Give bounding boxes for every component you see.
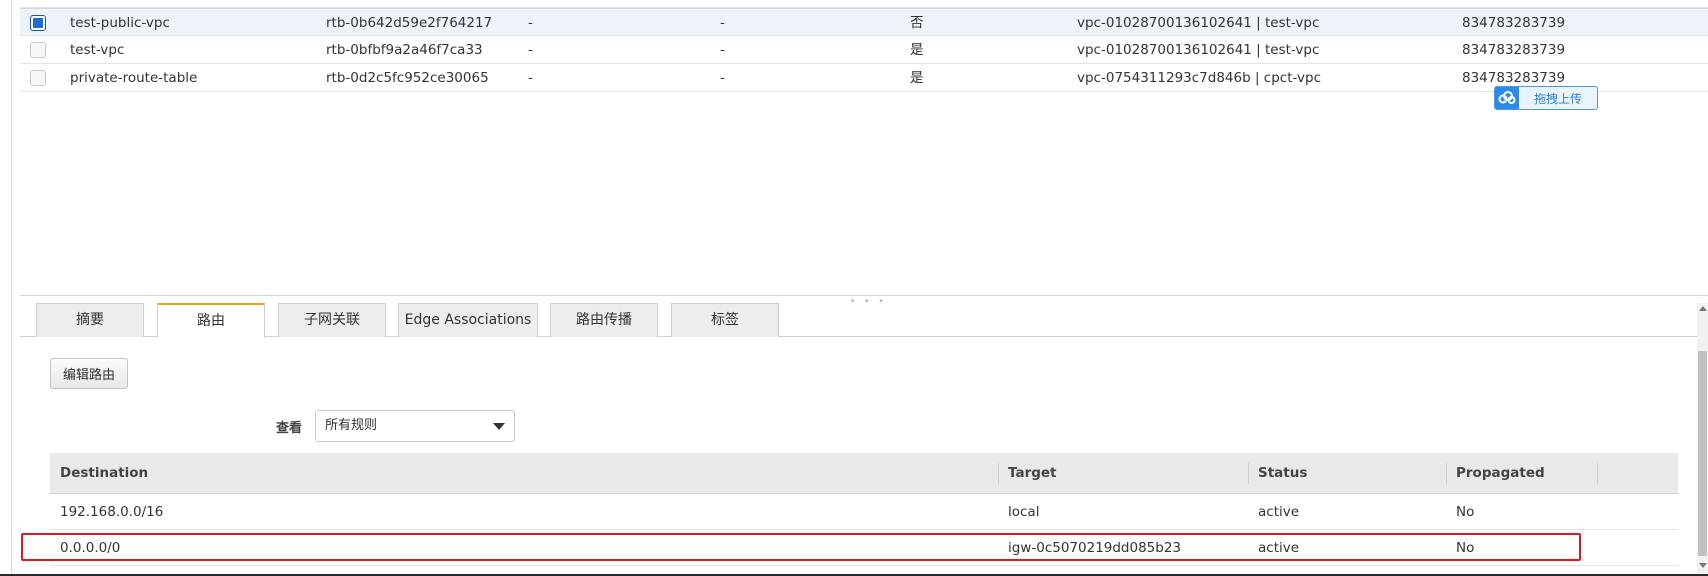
view-filter-label: 查看 bbox=[276, 421, 303, 436]
route-table-col4: - bbox=[720, 70, 725, 86]
route-target-link[interactable]: igw-0c5070219dd085b23 bbox=[1008, 530, 1181, 566]
route-row: 0.0.0.0/0 igw-0c5070219dd085b23 active N… bbox=[50, 530, 1678, 566]
route-status: active bbox=[1258, 504, 1300, 520]
route-table-vpc-link[interactable]: vpc-0754311293c7d846b | cpct-vpc bbox=[1077, 64, 1321, 92]
chevron-down-icon bbox=[493, 423, 505, 430]
route-destination: 192.168.0.0/16 bbox=[60, 504, 164, 520]
scroll-up-icon[interactable] bbox=[1699, 306, 1707, 311]
tab-summary[interactable]: 摘要 bbox=[36, 303, 144, 337]
detail-tabs: 摘要 路由 子网关联 Edge Associations 路由传播 标签 bbox=[20, 303, 1708, 338]
route-propagated: No bbox=[1456, 540, 1475, 556]
route-table-id: rtb-0b642d59e2f764217 bbox=[326, 15, 493, 31]
routes-table: Destination Target Status Propagated 192… bbox=[50, 453, 1678, 566]
route-table-name: test-public-vpc bbox=[70, 15, 170, 31]
header-status[interactable]: Status bbox=[1258, 453, 1307, 494]
row-checkbox[interactable] bbox=[30, 42, 46, 58]
route-propagated: No bbox=[1456, 504, 1475, 520]
route-table-owner: 834783283739 bbox=[1462, 42, 1566, 58]
column-divider bbox=[1597, 463, 1598, 484]
cloud-upload-icon bbox=[1495, 87, 1519, 109]
route-status: active bbox=[1258, 540, 1300, 556]
route-destination: 0.0.0.0/0 bbox=[60, 540, 121, 556]
route-target: local bbox=[1008, 504, 1040, 520]
route-table-col3: - bbox=[528, 15, 533, 31]
header-destination[interactable]: Destination bbox=[60, 453, 148, 494]
view-filter-select[interactable]: 所有规则 bbox=[315, 410, 515, 442]
column-divider bbox=[998, 463, 999, 484]
route-table-row[interactable]: private-route-table rtb-0d2c5fc952ce3006… bbox=[20, 64, 1708, 92]
scroll-down-icon[interactable] bbox=[1699, 563, 1707, 568]
route-table-vpc-link[interactable]: vpc-01028700136102641 | test-vpc bbox=[1077, 9, 1319, 37]
detail-scrollbar[interactable] bbox=[1697, 303, 1708, 573]
tab-tags[interactable]: 标签 bbox=[671, 303, 779, 337]
route-tables-list: test-public-vpc rtb-0b642d59e2f764217 - … bbox=[20, 0, 1708, 92]
drag-upload-badge[interactable]: 拖拽上传 bbox=[1494, 86, 1598, 110]
drag-upload-label: 拖拽上传 bbox=[1533, 91, 1582, 106]
route-table-name: test-vpc bbox=[70, 42, 125, 58]
route-table-main-flag: 是 bbox=[910, 42, 924, 58]
route-table-vpc-link[interactable]: vpc-01028700136102641 | test-vpc bbox=[1077, 36, 1319, 64]
route-table-col3: - bbox=[528, 42, 533, 58]
tab-route-propagation[interactable]: 路由传播 bbox=[550, 303, 658, 337]
column-divider bbox=[1446, 463, 1447, 484]
route-table-col4: - bbox=[720, 15, 725, 31]
route-table-row[interactable]: test-vpc rtb-0bfbf9a2a46f7ca33 - - 是 vpc… bbox=[20, 36, 1708, 64]
tab-routes[interactable]: 路由 bbox=[157, 303, 265, 338]
row-checkbox[interactable] bbox=[30, 70, 46, 86]
tab-edge-associations[interactable]: Edge Associations bbox=[398, 303, 538, 337]
left-gutter-divider bbox=[11, 0, 12, 576]
edit-routes-button[interactable]: 编辑路由 bbox=[50, 358, 128, 389]
route-table-col3: - bbox=[528, 70, 533, 86]
row-checkbox[interactable] bbox=[30, 15, 46, 31]
route-table-col4: - bbox=[720, 42, 725, 58]
route-table-main-flag: 是 bbox=[910, 70, 924, 86]
pane-splitter[interactable] bbox=[20, 295, 1708, 296]
view-filter-value: 所有规则 bbox=[325, 418, 378, 433]
route-table-row-partial bbox=[20, 0, 1708, 8]
tab-subnet-associations[interactable]: 子网关联 bbox=[278, 303, 386, 337]
header-propagated[interactable]: Propagated bbox=[1456, 453, 1545, 494]
route-table-main-flag: 否 bbox=[910, 15, 924, 31]
route-row: 192.168.0.0/16 local active No bbox=[50, 494, 1678, 530]
route-table-owner: 834783283739 bbox=[1462, 15, 1566, 31]
route-table-name: private-route-table bbox=[70, 70, 198, 86]
routes-table-header: Destination Target Status Propagated bbox=[50, 453, 1678, 494]
route-table-id: rtb-0bfbf9a2a46f7ca33 bbox=[326, 42, 483, 58]
scrollbar-thumb[interactable] bbox=[1698, 351, 1707, 556]
route-table-row[interactable]: test-public-vpc rtb-0b642d59e2f764217 - … bbox=[20, 8, 1708, 36]
header-target[interactable]: Target bbox=[1008, 453, 1057, 494]
route-table-id: rtb-0d2c5fc952ce30065 bbox=[326, 70, 489, 86]
column-divider bbox=[1248, 463, 1249, 484]
